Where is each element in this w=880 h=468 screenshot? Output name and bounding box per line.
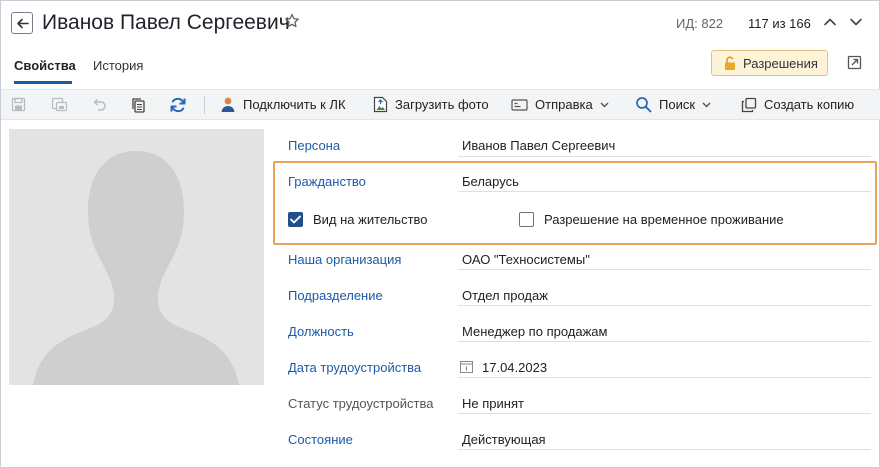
permissions-button[interactable]: Разрешения — [711, 50, 828, 76]
temporary-residence-label[interactable]: Разрешение на временное проживание — [544, 212, 784, 227]
popout-icon — [847, 55, 862, 70]
upload-photo-icon — [373, 96, 388, 113]
arrow-left-icon — [16, 18, 29, 28]
save-icon — [11, 97, 26, 112]
create-copy-label: Создать копию — [764, 97, 855, 112]
lock-open-icon — [725, 56, 735, 70]
save-close-icon — [51, 97, 68, 112]
connect-lk-button[interactable]: Подключить к ЛК — [220, 90, 346, 119]
employment-status-label: Статус трудоустройства — [288, 396, 434, 411]
state-value[interactable]: Действующая — [462, 432, 546, 447]
create-copy-button[interactable]: Создать копию — [741, 90, 854, 119]
person-label: Персона — [288, 138, 341, 153]
undo-button[interactable] — [91, 90, 107, 119]
undo-icon — [93, 98, 106, 111]
upload-photo-button[interactable]: Загрузить фото — [373, 90, 489, 119]
position-label: Должность — [288, 324, 354, 339]
organization-value[interactable]: ОАО "Техносистемы" — [462, 252, 590, 267]
refresh-button[interactable] — [169, 90, 187, 119]
send-label: Отправка — [535, 97, 593, 112]
user-icon — [221, 97, 235, 112]
tab-properties[interactable]: Свойства — [14, 58, 76, 73]
favorite-star-icon[interactable] — [284, 13, 300, 32]
record-id: ИД: 822 — [676, 16, 724, 31]
hire-date-value[interactable]: 17.04.2023 — [482, 360, 547, 375]
position-underline — [458, 341, 871, 342]
checkmark-icon — [290, 215, 301, 224]
organization-underline — [458, 269, 871, 270]
chevron-down-icon — [850, 18, 862, 26]
permissions-label: Разрешения — [743, 55, 818, 71]
employment-status-underline — [458, 413, 871, 414]
employee-photo-placeholder[interactable] — [9, 129, 264, 385]
window-frame: Иванов Павел Сергеевич ИД: 822 117 из 16… — [0, 0, 880, 468]
open-in-new-window-button[interactable] — [847, 55, 862, 73]
refresh-icon — [170, 97, 186, 112]
toolbar: Подключить к ЛК Загрузить фото Отправка … — [1, 89, 880, 120]
record-position: 117 из 166 — [748, 16, 811, 31]
residence-permit-checkbox[interactable] — [288, 212, 303, 227]
state-label: Состояние — [288, 432, 353, 447]
calendar-icon[interactable] — [460, 360, 473, 373]
temporary-residence-checkbox[interactable] — [519, 212, 534, 227]
next-record-button[interactable] — [849, 15, 863, 32]
state-underline — [458, 449, 871, 450]
citizenship-label: Гражданство — [288, 174, 366, 189]
save-and-close-button[interactable] — [51, 90, 68, 119]
active-tab-indicator — [14, 81, 72, 84]
department-label: Подразделение — [288, 288, 383, 303]
search-icon — [636, 97, 652, 113]
duplicate-icon — [741, 97, 757, 112]
organization-label: Наша организация — [288, 252, 402, 267]
page-title: Иванов Павел Сергеевич — [42, 11, 290, 34]
connect-lk-label: Подключить к ЛК — [243, 97, 346, 112]
department-underline — [458, 305, 871, 306]
chevron-down-icon — [702, 102, 711, 107]
person-underline — [458, 156, 871, 157]
employment-status-value: Не принят — [462, 396, 524, 411]
person-value[interactable]: Иванов Павел Сергеевич — [462, 138, 615, 153]
department-value[interactable]: Отдел продаж — [462, 288, 548, 303]
hire-date-underline — [458, 377, 871, 378]
residence-permit-label[interactable]: Вид на жительство — [313, 212, 428, 227]
search-dropdown-button[interactable]: Поиск — [635, 90, 711, 119]
citizenship-value[interactable]: Беларусь — [462, 174, 519, 189]
save-button[interactable] — [11, 90, 26, 119]
upload-photo-label: Загрузить фото — [395, 97, 489, 112]
send-card-icon — [511, 98, 528, 111]
hire-date-label: Дата трудоустройства — [288, 360, 422, 375]
chevron-down-icon — [600, 102, 609, 107]
previous-record-button[interactable] — [823, 15, 837, 32]
tab-history[interactable]: История — [93, 58, 143, 73]
copy-button[interactable] — [131, 90, 146, 119]
citizenship-underline — [458, 191, 871, 192]
back-button[interactable] — [11, 12, 33, 34]
person-silhouette-icon — [33, 151, 239, 385]
copy-icon — [132, 97, 145, 113]
chevron-up-icon — [824, 18, 836, 26]
search-label: Поиск — [659, 97, 696, 112]
position-value[interactable]: Менеджер по продажам — [462, 324, 607, 339]
toolbar-separator — [204, 96, 205, 114]
send-dropdown-button[interactable]: Отправка — [511, 90, 609, 119]
